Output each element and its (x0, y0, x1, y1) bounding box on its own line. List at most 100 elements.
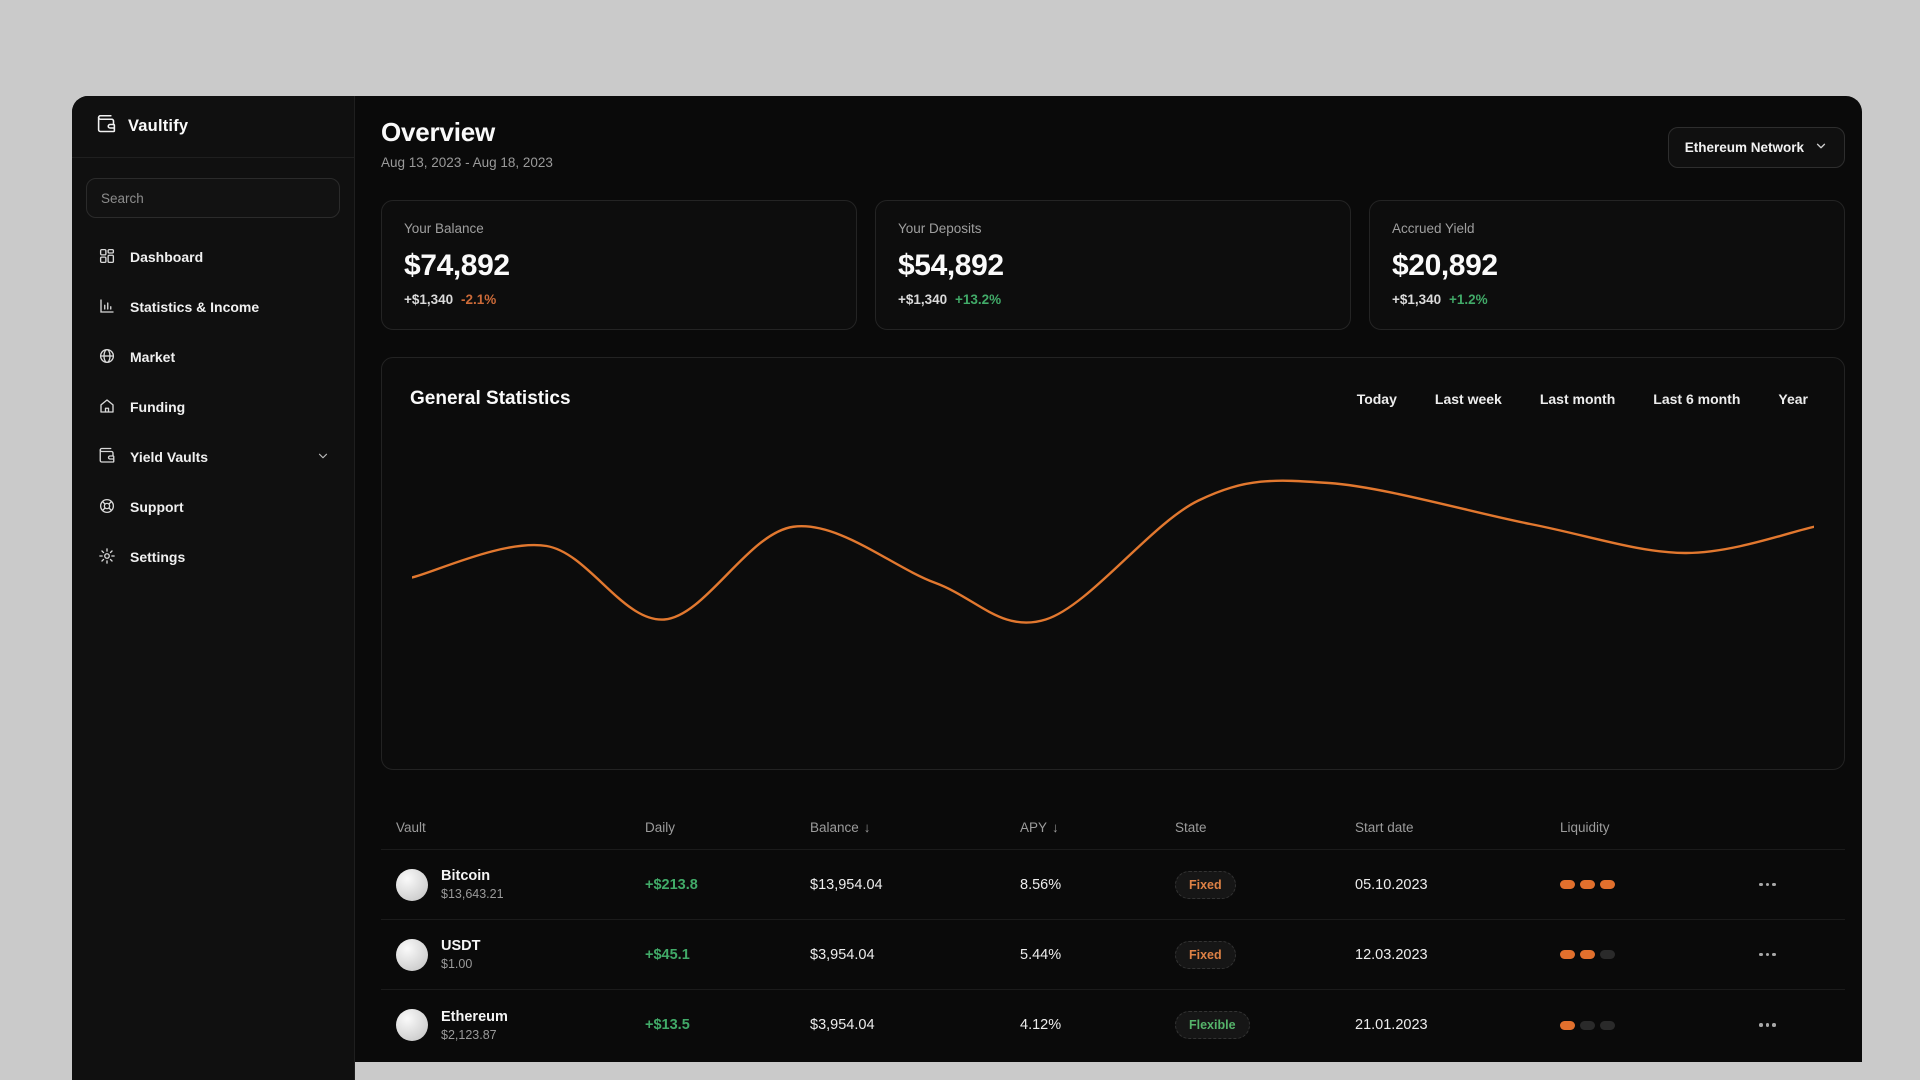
coin-avatar (396, 938, 428, 971)
sidebar-item-funding[interactable]: Funding (72, 382, 354, 432)
card-label: Your Deposits (898, 221, 982, 236)
coin-name: Bitcoin (441, 868, 491, 884)
row-actions-button[interactable] (1755, 1017, 1780, 1033)
column-liquidity: Liquidity (1560, 820, 1610, 835)
table-row-usdt[interactable]: USDT $1.00 +$45.1 $3,954.04 5.44% Fixed … (381, 920, 1845, 990)
card-delta: +$1,340 +13.2% (898, 292, 1002, 307)
start-date-value: 21.01.2023 (1355, 1017, 1428, 1033)
network-selector-button[interactable]: Ethereum Network (1667, 127, 1845, 168)
date-range: Aug 13, 2023 - Aug 18, 2023 (381, 155, 553, 170)
card-percent: +1.2% (1448, 292, 1488, 307)
wallet-icon (98, 447, 116, 468)
ellipsis-icon (1759, 1023, 1776, 1027)
home-icon (98, 397, 116, 418)
coin-price: $2,123.87 (441, 1027, 497, 1042)
search-input[interactable] (86, 178, 340, 218)
sort-down-icon: ↓ (863, 820, 871, 835)
balance-card: Your Balance $74,892 +$1,340 -2.1% (381, 200, 857, 330)
chart-line (412, 481, 1814, 623)
apy-value: 5.44% (1020, 946, 1062, 963)
sidebar-item-support[interactable]: Support (72, 482, 354, 532)
card-value: $20,892 (1392, 249, 1498, 282)
column-apy[interactable]: APY ↓ (1020, 820, 1175, 835)
balance-value: $3,954.04 (810, 1017, 875, 1033)
state-badge: Fixed (1175, 940, 1236, 969)
card-label: Your Balance (404, 221, 484, 236)
state-badge: Fixed (1175, 870, 1236, 899)
filter-last-week[interactable]: Last week (1435, 391, 1502, 407)
card-value: $74,892 (404, 249, 510, 282)
apy-value: 8.56% (1020, 876, 1062, 893)
card-percent: -2.1% (460, 292, 497, 307)
deposits-card: Your Deposits $54,892 +$1,340 +13.2% (875, 200, 1351, 330)
coin-price: $1.00 (441, 957, 473, 971)
filter-today[interactable]: Today (1357, 391, 1397, 407)
stat-cards: Your Balance $74,892 +$1,340 -2.1% Your … (381, 200, 1845, 330)
filter-year[interactable]: Year (1778, 391, 1808, 407)
app-window: Vaultify Dashboard (72, 96, 1862, 1080)
coin-name: Ethereum (441, 1008, 508, 1025)
balance-value: $3,954.04 (810, 946, 875, 963)
wallet-logo-icon (96, 114, 117, 140)
sidebar-item-label: Funding (130, 399, 186, 415)
panel-title: General Statistics (410, 388, 571, 409)
globe-icon (98, 347, 116, 368)
sidebar: Vaultify Dashboard (72, 96, 355, 1080)
page-bottom-gap (355, 1062, 1862, 1080)
card-delta: +$1,340 +1.2% (1392, 292, 1488, 307)
liquidity-indicator (1560, 1020, 1755, 1030)
sidebar-item-statistics-income[interactable]: Statistics & Income (72, 282, 354, 332)
accrued-yield-card: Accrued Yield $20,892 +$1,340 +1.2% (1369, 200, 1845, 330)
app-title: Vaultify (128, 117, 189, 135)
table-row-ethereum[interactable]: Ethereum $2,123.87 +$13.5 $3,954.04 4.12… (381, 990, 1845, 1060)
sort-down-icon: ↓ (1052, 820, 1059, 835)
state-badge: Flexible (1175, 1011, 1250, 1039)
start-date-value: 12.03.2023 (1355, 946, 1428, 963)
column-daily: Daily (645, 820, 676, 835)
sidebar-item-dashboard[interactable]: Dashboard (72, 232, 354, 282)
row-actions-button[interactable] (1755, 877, 1780, 893)
network-selector-label: Ethereum Network (1684, 140, 1804, 155)
card-value: $54,892 (898, 249, 1004, 282)
sidebar-item-label: Dashboard (130, 249, 204, 265)
gear-icon (98, 547, 116, 568)
liquidity-indicator (1560, 950, 1755, 959)
column-balance[interactable]: Balance ↓ (810, 820, 1020, 835)
column-start-date: Start date (1355, 820, 1414, 835)
vaults-table: Vault Daily Balance ↓ APY ↓ State Start da… (381, 806, 1845, 1060)
apy-value: 4.12% (1020, 1017, 1062, 1033)
table-header: Vault Daily Balance ↓ APY ↓ State Start da… (381, 806, 1845, 850)
chevron-down-icon (316, 449, 330, 466)
sidebar-item-market[interactable]: Market (72, 332, 354, 382)
time-filters: Today Last week Last month Last 6 month … (1357, 391, 1808, 407)
sidebar-item-label: Settings (130, 549, 186, 565)
sidebar-item-label: Market (130, 349, 176, 365)
filter-last-6-month[interactable]: Last 6 month (1653, 391, 1740, 407)
column-vault: Vault (396, 820, 426, 835)
filter-last-month[interactable]: Last month (1540, 391, 1615, 407)
logo: Vaultify (72, 96, 354, 158)
general-statistics-panel: General Statistics Today Last week Last … (381, 357, 1845, 770)
card-delta: +$1,340 -2.1% (404, 292, 497, 307)
bar-chart-icon (98, 297, 116, 318)
sidebar-item-label: Statistics & Income (130, 299, 260, 315)
start-date-value: 05.10.2023 (1355, 876, 1428, 893)
page-title: Overview (381, 117, 496, 147)
line-chart (412, 476, 1814, 651)
daily-value: +$13.5 (645, 1017, 690, 1033)
coin-avatar (396, 868, 428, 901)
sidebar-item-label: Yield Vaults (130, 449, 209, 465)
sidebar-item-settings[interactable]: Settings (72, 532, 354, 582)
balance-value: $13,954.04 (810, 876, 883, 893)
row-actions-button[interactable] (1755, 947, 1780, 963)
sidebar-item-yield-vaults[interactable]: Yield Vaults (72, 432, 354, 482)
table-row-bitcoin[interactable]: Bitcoin $13,643.21 +$213.8 $13,954.04 8.… (381, 850, 1845, 920)
daily-value: +$213.8 (645, 876, 698, 893)
sidebar-nav: Dashboard Statistics & Income Market Fun… (72, 232, 354, 582)
dashboard-icon (98, 247, 116, 268)
liquidity-indicator (1560, 880, 1755, 889)
coin-avatar (396, 1009, 428, 1041)
coin-name: USDT (441, 938, 481, 954)
chevron-down-icon (1814, 139, 1828, 156)
main-content: Overview Aug 13, 2023 - Aug 18, 2023 Eth… (355, 96, 1862, 1080)
